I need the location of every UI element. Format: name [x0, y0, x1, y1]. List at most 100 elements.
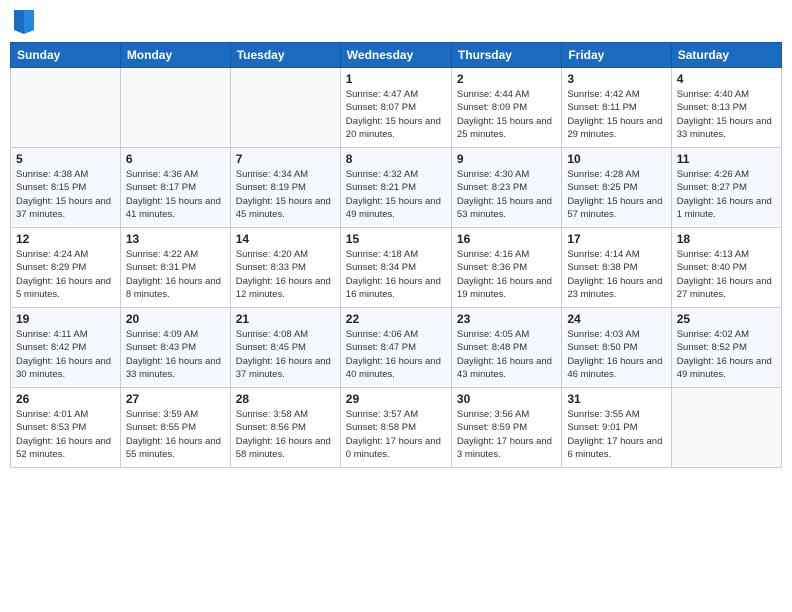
day-info: Sunrise: 4:14 AMSunset: 8:38 PMDaylight:…	[567, 248, 665, 301]
day-info: Sunrise: 4:32 AMSunset: 8:21 PMDaylight:…	[346, 168, 446, 221]
column-header-monday: Monday	[120, 43, 230, 68]
column-header-saturday: Saturday	[671, 43, 781, 68]
calendar-week-5: 26Sunrise: 4:01 AMSunset: 8:53 PMDayligh…	[11, 388, 782, 468]
calendar-cell: 29 Sunrise: 3:57 AMSunset: 8:58 PMDayligh…	[340, 388, 451, 468]
day-number: 13	[126, 232, 225, 246]
day-number: 9	[457, 152, 556, 166]
day-info: Sunrise: 4:09 AMSunset: 8:43 PMDaylight:…	[126, 328, 225, 381]
day-number: 21	[236, 312, 335, 326]
calendar-cell: 23Sunrise: 4:05 AMSunset: 8:48 PMDayligh…	[451, 308, 561, 388]
calendar-cell: 17 Sunrise: 4:14 AMSunset: 8:38 PMDayligh…	[562, 228, 671, 308]
day-info: Sunrise: 3:58 AMSunset: 8:56 PMDaylight:…	[236, 408, 335, 461]
calendar-week-4: 19 Sunrise: 4:11 AMSunset: 8:42 PMDayligh…	[11, 308, 782, 388]
calendar-cell	[120, 68, 230, 148]
calendar-cell: 4 Sunrise: 4:40 AMSunset: 8:13 PMDaylight…	[671, 68, 781, 148]
day-info: Sunrise: 4:47 AMSunset: 8:07 PMDaylight:…	[346, 88, 446, 141]
day-number: 20	[126, 312, 225, 326]
calendar-cell: 15 Sunrise: 4:18 AMSunset: 8:34 PMDayligh…	[340, 228, 451, 308]
day-number: 30	[457, 392, 556, 406]
day-number: 5	[16, 152, 115, 166]
column-header-wednesday: Wednesday	[340, 43, 451, 68]
day-number: 23	[457, 312, 556, 326]
day-info: Sunrise: 4:34 AMSunset: 8:19 PMDaylight:…	[236, 168, 335, 221]
calendar-cell: 10 Sunrise: 4:28 AMSunset: 8:25 PMDayligh…	[562, 148, 671, 228]
calendar-cell: 19 Sunrise: 4:11 AMSunset: 8:42 PMDayligh…	[11, 308, 121, 388]
day-number: 24	[567, 312, 665, 326]
calendar-week-3: 12 Sunrise: 4:24 AMSunset: 8:29 PMDayligh…	[11, 228, 782, 308]
day-number: 6	[126, 152, 225, 166]
logo-icon	[14, 10, 34, 34]
day-info: Sunrise: 3:57 AMSunset: 8:58 PMDaylight:…	[346, 408, 446, 461]
day-info: Sunrise: 4:08 AMSunset: 8:45 PMDaylight:…	[236, 328, 335, 381]
calendar-cell: 1 Sunrise: 4:47 AMSunset: 8:07 PMDaylight…	[340, 68, 451, 148]
day-info: Sunrise: 4:20 AMSunset: 8:33 PMDaylight:…	[236, 248, 335, 301]
calendar-cell: 12 Sunrise: 4:24 AMSunset: 8:29 PMDayligh…	[11, 228, 121, 308]
day-number: 3	[567, 72, 665, 86]
calendar-cell: 24 Sunrise: 4:03 AMSunset: 8:50 PMDayligh…	[562, 308, 671, 388]
day-number: 18	[677, 232, 776, 246]
day-info: Sunrise: 4:28 AMSunset: 8:25 PMDaylight:…	[567, 168, 665, 221]
day-info: Sunrise: 4:40 AMSunset: 8:13 PMDaylight:…	[677, 88, 776, 141]
calendar-cell	[230, 68, 340, 148]
day-info: Sunrise: 4:01 AMSunset: 8:53 PMDaylight:…	[16, 408, 115, 461]
day-number: 12	[16, 232, 115, 246]
day-info: Sunrise: 4:26 AMSunset: 8:27 PMDaylight:…	[677, 168, 776, 221]
day-info: Sunrise: 4:44 AMSunset: 8:09 PMDaylight:…	[457, 88, 556, 141]
calendar-cell: 31 Sunrise: 3:55 AMSunset: 9:01 PMDayligh…	[562, 388, 671, 468]
day-number: 16	[457, 232, 556, 246]
calendar-cell: 6 Sunrise: 4:36 AMSunset: 8:17 PMDaylight…	[120, 148, 230, 228]
day-number: 29	[346, 392, 446, 406]
day-info: Sunrise: 4:22 AMSunset: 8:31 PMDaylight:…	[126, 248, 225, 301]
day-number: 28	[236, 392, 335, 406]
day-number: 8	[346, 152, 446, 166]
day-number: 7	[236, 152, 335, 166]
calendar-cell: 3 Sunrise: 4:42 AMSunset: 8:11 PMDaylight…	[562, 68, 671, 148]
day-number: 25	[677, 312, 776, 326]
day-number: 17	[567, 232, 665, 246]
day-info: Sunrise: 3:56 AMSunset: 8:59 PMDaylight:…	[457, 408, 556, 461]
day-info: Sunrise: 4:16 AMSunset: 8:36 PMDaylight:…	[457, 248, 556, 301]
calendar-cell: 25 Sunrise: 4:02 AMSunset: 8:52 PMDayligh…	[671, 308, 781, 388]
day-number: 1	[346, 72, 446, 86]
header	[10, 10, 782, 34]
calendar-cell: 9Sunrise: 4:30 AMSunset: 8:23 PMDaylight…	[451, 148, 561, 228]
calendar-cell: 8 Sunrise: 4:32 AMSunset: 8:21 PMDaylight…	[340, 148, 451, 228]
calendar-cell: 5Sunrise: 4:38 AMSunset: 8:15 PMDaylight…	[11, 148, 121, 228]
day-number: 14	[236, 232, 335, 246]
calendar-cell: 26Sunrise: 4:01 AMSunset: 8:53 PMDayligh…	[11, 388, 121, 468]
column-header-friday: Friday	[562, 43, 671, 68]
column-header-sunday: Sunday	[11, 43, 121, 68]
day-number: 27	[126, 392, 225, 406]
calendar-cell: 7 Sunrise: 4:34 AMSunset: 8:19 PMDaylight…	[230, 148, 340, 228]
calendar-cell: 2 Sunrise: 4:44 AMSunset: 8:09 PMDaylight…	[451, 68, 561, 148]
calendar-cell: 30 Sunrise: 3:56 AMSunset: 8:59 PMDayligh…	[451, 388, 561, 468]
day-number: 15	[346, 232, 446, 246]
logo	[14, 10, 38, 34]
column-header-thursday: Thursday	[451, 43, 561, 68]
day-info: Sunrise: 4:02 AMSunset: 8:52 PMDaylight:…	[677, 328, 776, 381]
calendar-cell: 28 Sunrise: 3:58 AMSunset: 8:56 PMDayligh…	[230, 388, 340, 468]
day-info: Sunrise: 4:42 AMSunset: 8:11 PMDaylight:…	[567, 88, 665, 141]
day-number: 10	[567, 152, 665, 166]
day-info: Sunrise: 4:36 AMSunset: 8:17 PMDaylight:…	[126, 168, 225, 221]
day-number: 19	[16, 312, 115, 326]
calendar-week-1: 1 Sunrise: 4:47 AMSunset: 8:07 PMDaylight…	[11, 68, 782, 148]
day-info: Sunrise: 4:24 AMSunset: 8:29 PMDaylight:…	[16, 248, 115, 301]
day-number: 2	[457, 72, 556, 86]
calendar-header-row: SundayMondayTuesdayWednesdayThursdayFrid…	[11, 43, 782, 68]
column-header-tuesday: Tuesday	[230, 43, 340, 68]
calendar-cell: 18 Sunrise: 4:13 AMSunset: 8:40 PMDayligh…	[671, 228, 781, 308]
day-number: 4	[677, 72, 776, 86]
day-info: Sunrise: 4:11 AMSunset: 8:42 PMDaylight:…	[16, 328, 115, 381]
calendar-cell: 27Sunrise: 3:59 AMSunset: 8:55 PMDayligh…	[120, 388, 230, 468]
day-info: Sunrise: 4:18 AMSunset: 8:34 PMDaylight:…	[346, 248, 446, 301]
day-info: Sunrise: 3:55 AMSunset: 9:01 PMDaylight:…	[567, 408, 665, 461]
calendar-cell: 11 Sunrise: 4:26 AMSunset: 8:27 PMDayligh…	[671, 148, 781, 228]
calendar-cell: 21 Sunrise: 4:08 AMSunset: 8:45 PMDayligh…	[230, 308, 340, 388]
calendar-cell	[671, 388, 781, 468]
calendar-week-2: 5Sunrise: 4:38 AMSunset: 8:15 PMDaylight…	[11, 148, 782, 228]
day-number: 11	[677, 152, 776, 166]
day-number: 31	[567, 392, 665, 406]
day-info: Sunrise: 4:03 AMSunset: 8:50 PMDaylight:…	[567, 328, 665, 381]
day-info: Sunrise: 4:13 AMSunset: 8:40 PMDaylight:…	[677, 248, 776, 301]
